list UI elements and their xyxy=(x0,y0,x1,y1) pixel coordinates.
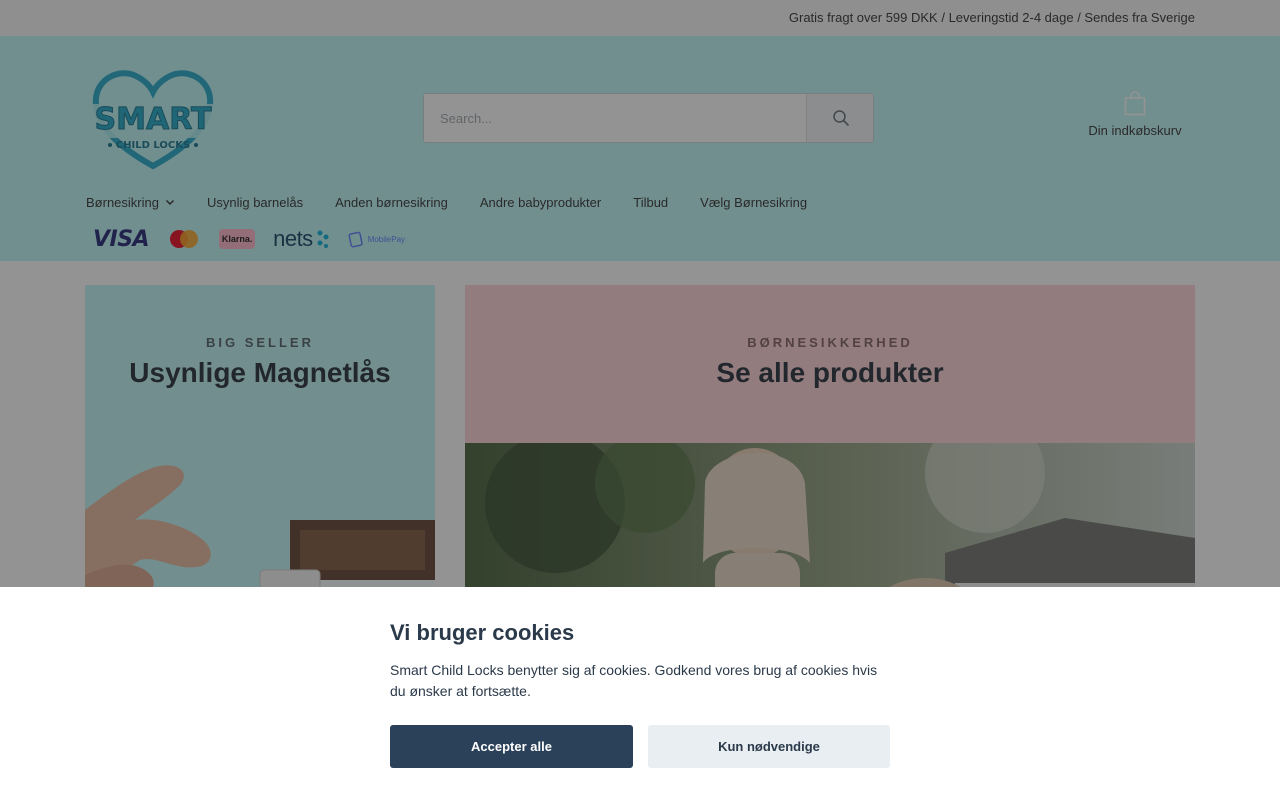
necessary-cookies-only-button[interactable]: Kun nødvendige xyxy=(648,725,890,768)
accept-all-cookies-button[interactable]: Accepter alle xyxy=(390,725,633,768)
cookie-consent-banner: Vi bruger cookies Smart Child Locks beny… xyxy=(0,587,1280,800)
cookie-description: Smart Child Locks benytter sig af cookie… xyxy=(390,662,878,699)
cookie-title: Vi bruger cookies xyxy=(390,620,575,645)
